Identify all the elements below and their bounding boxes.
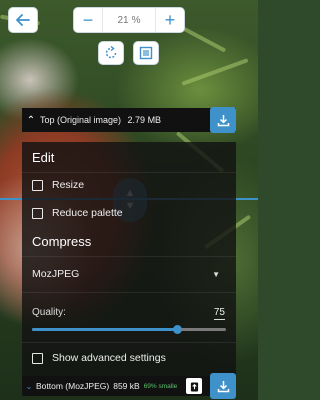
divider <box>22 256 236 257</box>
quality-slider[interactable] <box>32 325 226 334</box>
quality-input[interactable]: 75 <box>213 307 225 320</box>
divider <box>22 292 236 293</box>
zoom-unit: % <box>131 14 141 26</box>
caret-down-icon: ▼ <box>212 269 220 279</box>
resize-option[interactable]: Resize <box>32 179 84 191</box>
reduce-palette-option[interactable]: Reduce palette <box>32 207 123 219</box>
divider <box>22 342 236 343</box>
chevron-up-icon: ⌃ <box>26 114 36 126</box>
edit-section-title: Edit <box>32 150 55 165</box>
resize-checkbox[interactable] <box>32 179 43 191</box>
zoom-value: 21 <box>117 14 129 26</box>
bottom-output-size: 859 kB <box>113 381 140 391</box>
arrow-left-icon <box>16 14 30 26</box>
bottom-output-label: Bottom (MozJPEG) <box>36 381 110 391</box>
zoom-out-button[interactable]: − <box>74 8 102 32</box>
chevron-down-icon: ⌄ <box>25 381 33 391</box>
reduce-palette-label: Reduce palette <box>52 207 123 219</box>
download-original-button[interactable] <box>210 107 236 133</box>
back-button[interactable] <box>8 7 38 33</box>
background-toggle-button[interactable] <box>133 41 159 65</box>
top-output-label: Top (Original image) <box>40 115 122 125</box>
resize-label: Resize <box>52 179 85 191</box>
advanced-settings-label: Show advanced settings <box>52 352 166 364</box>
rotate-button[interactable] <box>98 41 124 65</box>
top-output-size: 2.79 MB <box>127 115 162 125</box>
download-icon <box>217 114 229 126</box>
quality-label: Quality: <box>32 307 66 318</box>
quality-slider-thumb[interactable] <box>173 325 182 334</box>
compress-section-title: Compress <box>32 234 92 249</box>
zoom-level-field[interactable]: 21 % <box>102 8 156 32</box>
download-compressed-button[interactable] <box>210 373 236 399</box>
download-icon <box>217 380 229 392</box>
rotate-icon <box>105 46 117 59</box>
clipboard-upload-icon <box>190 381 198 391</box>
codec-value: MozJPEG <box>32 268 80 280</box>
divider <box>22 172 236 173</box>
advanced-settings-option[interactable]: Show advanced settings <box>32 352 166 364</box>
background-toggle-icon <box>139 46 153 60</box>
codec-select[interactable]: MozJPEG ▼ <box>32 262 228 286</box>
reduce-palette-checkbox[interactable] <box>32 207 43 219</box>
savings-badge: 69% smalle <box>143 382 178 390</box>
zoom-control: − 21 % + <box>73 7 185 33</box>
bottom-output-header[interactable]: ⌄ Bottom (MozJPEG) 859 kB 69% smalle <box>22 376 236 396</box>
quality-slider-fill <box>32 328 178 331</box>
copy-settings-bottom-button[interactable] <box>186 378 202 394</box>
top-output-header[interactable]: ⌃ Top (Original image) 2.79 MB <box>22 108 236 132</box>
zoom-in-button[interactable]: + <box>156 8 184 32</box>
advanced-settings-checkbox[interactable] <box>32 352 43 364</box>
options-panel: Edit Resize Reduce palette Compress MozJ… <box>22 142 236 378</box>
